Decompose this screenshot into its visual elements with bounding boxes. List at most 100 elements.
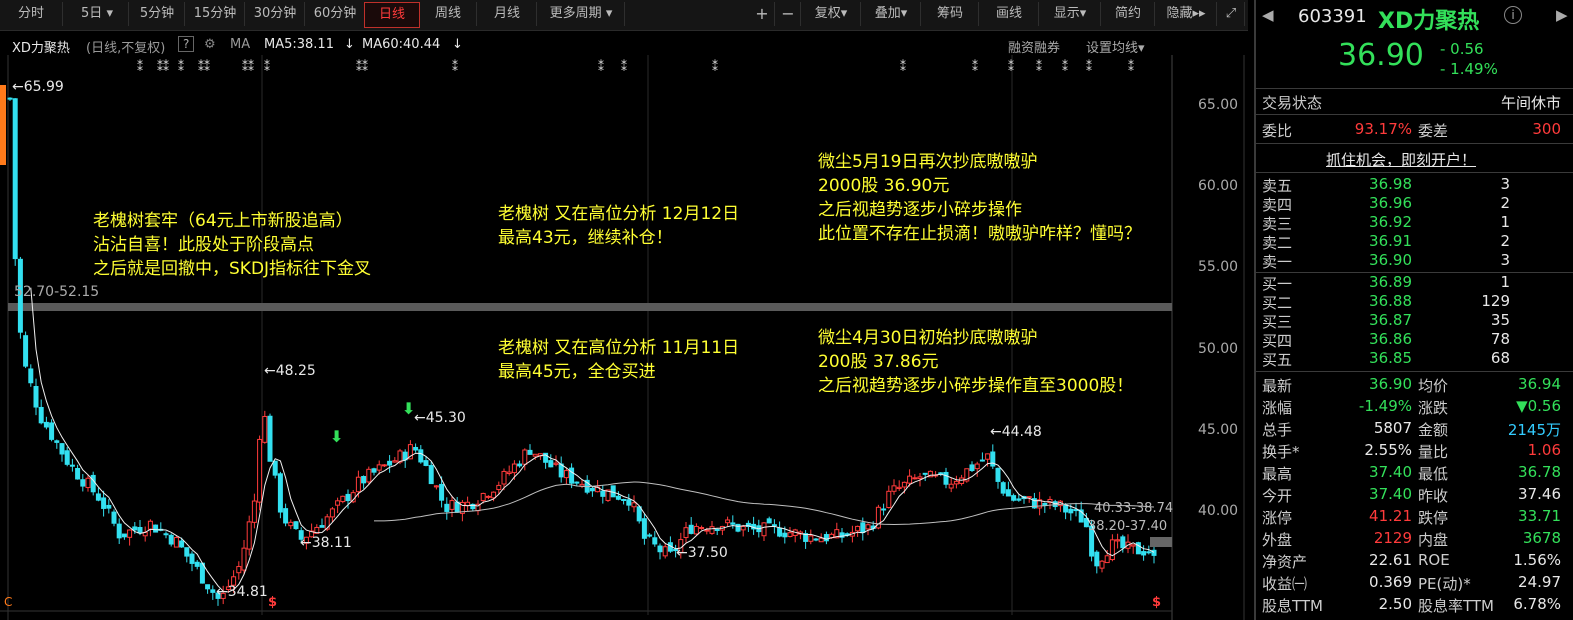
- candle: [381, 464, 387, 467]
- tab-daily[interactable]: 日线: [364, 2, 420, 28]
- candle: [813, 538, 819, 541]
- weicha-value: 300: [1532, 120, 1561, 138]
- stat-label: PE(动)*: [1418, 575, 1471, 593]
- candle: [173, 537, 179, 548]
- note-line: 之后就是回撤中，SKDJ指标往下金叉: [93, 259, 372, 279]
- event-marker-icon[interactable]: ⁑: [598, 60, 604, 74]
- candle: [662, 546, 668, 557]
- y-tick-55: 55.00: [1198, 259, 1239, 275]
- zoom-in-button[interactable]: +: [750, 2, 775, 26]
- zoom-out-button[interactable]: −: [776, 2, 801, 26]
- candle: [189, 553, 195, 564]
- note-line: 2000股 36.90元: [818, 176, 950, 196]
- event-marker-icon[interactable]: ⁑: [1036, 60, 1042, 74]
- candle: [896, 486, 902, 489]
- gear-icon[interactable]: ⚙: [204, 37, 216, 52]
- tab-5min[interactable]: 5分钟: [130, 2, 185, 26]
- candle: [501, 470, 507, 485]
- note-nov11: 老槐树 又在高位分析 11月11日 最高45元，全仓买进: [498, 336, 739, 384]
- candle: [272, 460, 278, 476]
- candle: [397, 450, 403, 463]
- quote-panel: ◀ 603391 XD力聚热 i ▶ 36.90 - 0.56 - 1.49% …: [1254, 0, 1573, 620]
- event-marker-icon[interactable]: ⁑: [1062, 60, 1068, 74]
- event-marker-icon[interactable]: ⁑⁑: [157, 60, 169, 74]
- event-marker-icon[interactable]: ⁑⁑: [242, 60, 254, 74]
- stat-value: 1.06: [1527, 441, 1561, 459]
- candle: [423, 460, 429, 466]
- stat-value: 2.50: [1378, 595, 1412, 613]
- candle: [985, 453, 991, 460]
- high-price-value: 65.99: [23, 79, 64, 95]
- tab-intraday[interactable]: 分时: [0, 2, 63, 26]
- candle: [366, 468, 372, 483]
- candle: [168, 534, 174, 545]
- candle: [376, 464, 382, 471]
- stat-value: -1.49%: [1358, 397, 1412, 415]
- buy-arrow-icon: ⬇: [402, 399, 416, 418]
- info-icon[interactable]: i: [1504, 6, 1522, 24]
- event-marker-icon[interactable]: ⁑: [178, 60, 184, 74]
- tab-5day[interactable]: 5日 ▾: [66, 2, 129, 26]
- bid-level-label: 买四: [1262, 332, 1293, 350]
- display-dropdown[interactable]: 显示▾: [1040, 2, 1101, 26]
- stat-label: 换手*: [1262, 443, 1300, 461]
- divider: [1256, 172, 1573, 173]
- candle: [823, 534, 829, 542]
- candle: [1063, 504, 1069, 513]
- event-marker-icon[interactable]: ⁑: [712, 60, 718, 74]
- candle: [80, 479, 86, 487]
- candle: [761, 522, 767, 537]
- expand-icon[interactable]: ⤢: [1218, 2, 1245, 26]
- tab-weekly[interactable]: 周线: [420, 2, 477, 26]
- stat-label: 最低: [1418, 465, 1449, 483]
- help-button[interactable]: ?: [178, 36, 195, 52]
- next-stock-icon[interactable]: ▶: [1556, 6, 1568, 24]
- event-marker-icon[interactable]: ⁑: [137, 60, 143, 74]
- ma-settings-button[interactable]: 设置均线▾: [1086, 37, 1145, 56]
- tab-30min[interactable]: 30分钟: [246, 2, 305, 26]
- hide-button[interactable]: 隐藏▸▸: [1156, 2, 1217, 26]
- event-marker-icon[interactable]: ⁑: [900, 60, 906, 74]
- note-line: 微尘4月30日初始抄底嗷嗷驴: [818, 328, 1038, 348]
- tab-monthly[interactable]: 月线: [478, 2, 537, 26]
- tab-15min[interactable]: 15分钟: [186, 2, 245, 26]
- margin-trading-button[interactable]: 融资融券: [1008, 37, 1060, 56]
- price-change-pct: - 1.49%: [1440, 60, 1498, 78]
- candle: [54, 440, 60, 443]
- candle: [652, 537, 658, 545]
- prev-stock-icon[interactable]: ◀: [1262, 6, 1274, 24]
- note-line: 此位置不存在止损滴！嗷嗷驴咋样？懂吗？: [818, 224, 1141, 244]
- event-marker-icon[interactable]: ⁑: [1128, 60, 1134, 74]
- bid-volume: 129: [1481, 292, 1510, 310]
- orange-marker: [0, 85, 6, 165]
- stat-value: 37.40: [1369, 463, 1412, 481]
- event-marker-icon[interactable]: ⁑: [621, 60, 627, 74]
- overlay-dropdown[interactable]: 叠加▾: [862, 2, 921, 26]
- event-marker-icon[interactable]: ⁑: [1086, 60, 1092, 74]
- event-marker-icon[interactable]: ⁑⁑: [356, 60, 368, 74]
- candle: [392, 460, 398, 463]
- event-marker-icon[interactable]: ⁑: [1008, 60, 1014, 74]
- ask-level-label: 卖一: [1262, 253, 1293, 271]
- event-marker-icon[interactable]: ⁑: [972, 60, 978, 74]
- candle: [418, 449, 424, 463]
- candle: [865, 524, 871, 530]
- ma60: [374, 481, 1155, 526]
- tab-more-periods[interactable]: 更多周期 ▾: [538, 2, 625, 26]
- candle: [709, 526, 715, 534]
- candle: [1141, 551, 1147, 556]
- event-marker-icon[interactable]: ⁑⁑: [198, 60, 210, 74]
- candle: [23, 335, 29, 367]
- chips-button[interactable]: 筹码: [922, 2, 979, 26]
- stat-value: 41.21: [1369, 507, 1412, 525]
- divider: [1256, 272, 1573, 273]
- event-marker-icon[interactable]: ⁑: [452, 60, 458, 74]
- kline-chart[interactable]: ⁑ ⁑⁑ ⁑ ⁑⁑ ⁑⁑ ⁑ ⁑⁑ ⁑ ⁑ ⁑ ⁑ ⁑ ⁑ ⁑ ⁑ ⁑ ⁑ ⁑ …: [0, 55, 1248, 620]
- open-account-link[interactable]: 抓住机会，即刻开户！: [1326, 149, 1476, 170]
- adjust-dropdown[interactable]: 复权▾: [802, 2, 861, 26]
- event-marker-icon[interactable]: ⁑: [264, 60, 270, 74]
- draw-button[interactable]: 画线: [980, 2, 1039, 26]
- stat-value: 3678: [1522, 529, 1561, 547]
- tab-60min[interactable]: 60分钟: [306, 2, 365, 26]
- simple-button[interactable]: 简约: [1102, 2, 1155, 26]
